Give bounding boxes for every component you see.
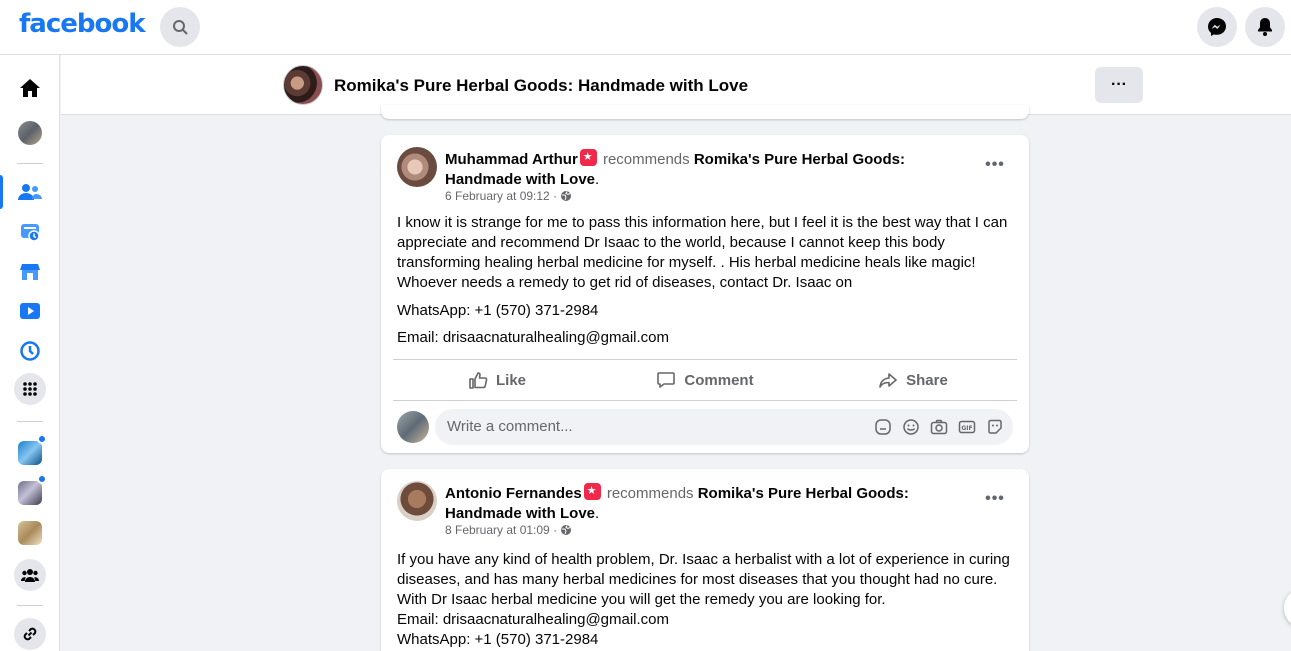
post-text-line: With Dr Isaac herbal medicine you will g… xyxy=(397,591,886,608)
post-text: If you have any kind of health problem, … xyxy=(397,551,1010,588)
current-user-avatar[interactable] xyxy=(397,411,429,443)
post-meta: 6 February at 09:12 · xyxy=(445,189,572,203)
messenger-icon xyxy=(1208,18,1226,36)
group-3-avatar xyxy=(18,521,42,545)
search-icon xyxy=(173,20,188,35)
groups-shortcut[interactable] xyxy=(14,559,46,591)
recommends-verb: recommends xyxy=(606,485,694,502)
group-2-avatar xyxy=(18,481,42,505)
left-shortcut-rail xyxy=(0,55,60,651)
post-email: Email: drisaacnaturalhealing@gmail.com xyxy=(397,329,670,346)
author-name[interactable]: Muhammad Arthur xyxy=(445,151,578,168)
page-title[interactable]: Romika's Pure Herbal Goods: Handmade wit… xyxy=(334,76,748,96)
comment-composer: Write a comment... GIF xyxy=(397,409,1013,445)
menu-grid-icon xyxy=(23,382,37,396)
author-name[interactable]: Antonio Fernandes xyxy=(445,485,582,502)
post-card: Muhammad Arthur recommends Romika's Pure… xyxy=(381,135,1029,453)
group-2-unread-dot xyxy=(37,474,47,484)
friends-icon xyxy=(18,184,42,200)
comment-placeholder: Write a comment... xyxy=(447,418,573,435)
globe-icon xyxy=(561,191,572,201)
watch-shortcut[interactable] xyxy=(10,291,50,331)
like-icon xyxy=(469,372,488,389)
post-whatsapp: WhatsApp: +1 (570) 371-2984 xyxy=(397,631,599,648)
search-button[interactable] xyxy=(160,7,200,47)
recent-icon xyxy=(20,341,40,361)
recommends-verb: recommends xyxy=(602,151,690,168)
recommendation-badge-icon xyxy=(583,483,601,500)
post-timestamp[interactable]: 8 February at 01:09 · xyxy=(445,523,560,537)
post-header: Antonio Fernandes recommends Romika's Pu… xyxy=(445,483,985,524)
comment-icon xyxy=(657,372,676,388)
memories-icon xyxy=(21,224,40,242)
recommendation-badge-icon xyxy=(579,149,597,166)
author-avatar[interactable] xyxy=(397,147,437,187)
post-timestamp[interactable]: 6 February at 09:12 · xyxy=(445,189,560,203)
group-1-unread-dot xyxy=(37,434,47,444)
gif-icon[interactable]: GIF xyxy=(957,417,977,437)
author-avatar[interactable] xyxy=(397,481,437,521)
post-card: Antonio Fernandes recommends Romika's Pu… xyxy=(381,469,1029,651)
avatar-sticker-icon[interactable] xyxy=(873,417,893,437)
like-label: Like xyxy=(495,371,526,389)
post-email: Email: drisaacnaturalhealing@gmail.com xyxy=(397,611,670,628)
messenger-button[interactable] xyxy=(1197,7,1237,47)
globe-icon xyxy=(561,525,572,535)
share-icon xyxy=(879,373,897,388)
svg-text:GIF: GIF xyxy=(961,425,972,432)
notifications-button[interactable] xyxy=(1245,7,1285,47)
memories-shortcut[interactable] xyxy=(10,212,50,252)
group-1-avatar xyxy=(18,441,42,465)
comment-button[interactable]: Comment xyxy=(601,360,809,400)
post-actions-bar: Like Comment Share xyxy=(393,359,1017,401)
period: . xyxy=(595,505,600,522)
comment-input[interactable]: Write a comment... GIF xyxy=(435,409,1013,445)
post-options-button[interactable]: ••• xyxy=(981,151,1009,179)
post-header: Muhammad Arthur recommends Romika's Pure… xyxy=(445,149,985,190)
profile-shortcut[interactable] xyxy=(10,113,50,153)
sticker-icon[interactable] xyxy=(985,417,1005,437)
period: . xyxy=(595,171,600,188)
home-shortcut[interactable] xyxy=(10,68,50,108)
previous-post-edge xyxy=(381,105,1029,119)
post-meta: 8 February at 01:09 · xyxy=(445,523,572,537)
link-icon xyxy=(23,627,37,641)
post-text: I know it is strange for me to pass this… xyxy=(397,214,1008,291)
watch-icon xyxy=(20,303,40,319)
bell-icon xyxy=(1258,18,1272,36)
post-options-button[interactable]: ••• xyxy=(981,485,1009,513)
comment-label: Comment xyxy=(684,371,754,389)
home-icon xyxy=(20,79,40,97)
page-avatar[interactable] xyxy=(283,65,323,105)
menu-shortcut[interactable] xyxy=(14,373,46,405)
recent-shortcut[interactable] xyxy=(10,331,50,371)
facebook-logo[interactable]: facebook xyxy=(19,9,146,39)
new-message-button[interactable] xyxy=(1284,590,1291,626)
post-whatsapp: WhatsApp: +1 (570) 371-2984 xyxy=(397,302,599,319)
share-label: Share xyxy=(906,371,948,389)
page-more-button[interactable]: ··· xyxy=(1095,67,1143,103)
group-shortcut-3[interactable] xyxy=(10,513,50,553)
groups-icon xyxy=(21,569,39,582)
marketplace-icon xyxy=(20,264,40,280)
friends-shortcut[interactable] xyxy=(10,172,50,212)
like-button[interactable]: Like xyxy=(393,360,601,400)
camera-icon[interactable] xyxy=(929,417,949,437)
share-button[interactable]: Share xyxy=(809,360,1017,400)
profile-avatar xyxy=(18,121,42,145)
marketplace-shortcut[interactable] xyxy=(10,252,50,292)
top-navigation-bar: facebook xyxy=(0,0,1291,55)
link-shortcut[interactable] xyxy=(14,618,46,650)
emoji-icon[interactable] xyxy=(901,417,921,437)
